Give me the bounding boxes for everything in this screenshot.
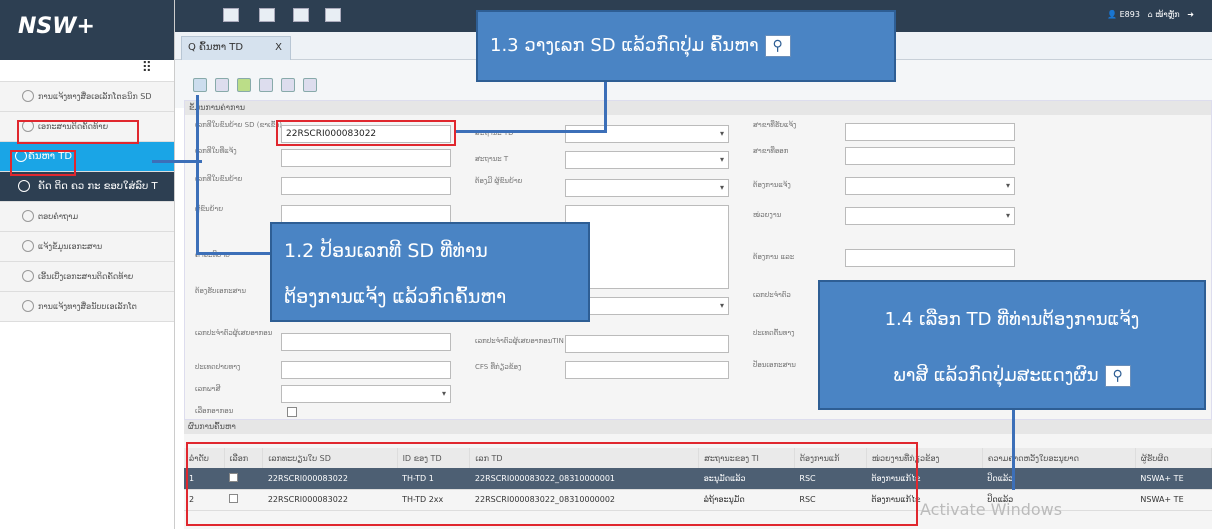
customs-select[interactable] xyxy=(281,385,451,403)
windows-watermark: Activate Windows xyxy=(920,500,1063,519)
form-section-header: ຂໍ້ມູນການຄ່າການ xyxy=(185,101,1211,115)
mid-tin-input[interactable] xyxy=(565,335,729,353)
search-icon xyxy=(22,90,34,102)
preview-icon[interactable] xyxy=(281,78,295,92)
need-input[interactable] xyxy=(845,249,1015,267)
field-label: ເລກທີໃບຂົນຍ້າຍ SD (ຂາເຂົ້າ) xyxy=(195,121,282,129)
arrow-line xyxy=(604,80,607,133)
highlight-box xyxy=(186,442,918,526)
callout-step-1-4: 1.4 ເລືອກ TD ທີ່ທ່ານຕ້ອງການແຈ້ງ ພາສີ ແລ້ວ… xyxy=(818,280,1206,410)
transporter-input[interactable] xyxy=(281,205,451,223)
sidebar-item-view-attachments[interactable]: ເອີ້ນເບີ່ງເອກະສານຕິດຄັດທ້າຍ xyxy=(0,262,174,292)
cfs-input[interactable] xyxy=(565,361,729,379)
declare-select[interactable] xyxy=(845,177,1015,195)
highlight-box xyxy=(10,150,76,176)
field-label: ເລກທີໃບຂົນຍ້າຍ xyxy=(195,175,243,183)
field-label: ຜູ້ຂົນຍ້າຍ xyxy=(195,205,224,213)
field-label: ຕ້ອງການ ແລະ xyxy=(753,253,795,261)
field-label: CFS ທີ່ກ່ຽວຂ້ອງ xyxy=(475,363,522,371)
tin-input[interactable] xyxy=(281,333,451,351)
transport-number-input[interactable] xyxy=(281,177,451,195)
arrow-line xyxy=(152,160,202,163)
window-restore-button[interactable] xyxy=(325,8,341,22)
sidebar-item-doc-info[interactable]: ແຈ້ງຂໍ້ມູນເອກະສານ xyxy=(0,232,174,262)
search-icon xyxy=(22,210,34,222)
binoculars-icon: ⚲ xyxy=(764,35,791,57)
field-label: ປະເທດປາຍທາງ xyxy=(195,363,241,371)
arrow-line xyxy=(456,130,606,133)
search-icon xyxy=(22,240,34,252)
field-label: ສະຖານະ T xyxy=(475,155,509,163)
field-label: ເລກທີໃບທີ່ແຈ້ງ xyxy=(195,147,237,155)
unit-select[interactable] xyxy=(845,207,1015,225)
user-info[interactable]: 👤 E893 ⌂ ໜ້າຫຼັກ ➜ xyxy=(1107,10,1194,19)
sidebar-item-sd-declaration[interactable]: ການແຈ້ງທາງສື່ອເອເລັກໂຕຣນິກ SD xyxy=(0,82,174,112)
sidebar-grip-icon[interactable]: ⠿ xyxy=(0,60,174,82)
print-icon[interactable] xyxy=(259,78,273,92)
magnifier-icon[interactable] xyxy=(215,78,229,92)
field-label: ເລກປະຈໍາຕົວຜູ້ເສຍອາກອນ xyxy=(195,329,273,337)
arrow-line xyxy=(1012,410,1015,490)
close-icon[interactable]: X xyxy=(275,37,282,59)
tab-search-td[interactable]: Q ຄົ້ນຫາ TD X xyxy=(181,36,291,60)
gear-icon[interactable] xyxy=(237,78,251,92)
callout-step-1-2: 1.2 ປ້ອນເລກທີ SD ທີ່ທ່ານ ຕ້ອງການແຈ້ງ ແລ້ວ… xyxy=(270,222,590,322)
results-section-header: ຜົນການຄົ້ນຫາ xyxy=(184,420,1212,434)
sidebar-item-edit-t[interactable]: ຄັດ ຕິດ ຄວ ກະ ຂອບໃສ່ລົບ T xyxy=(0,172,174,202)
transporter-select[interactable] xyxy=(565,179,729,197)
t-status-select[interactable] xyxy=(565,151,729,169)
field-label: ເລືອກອາກອນ xyxy=(195,407,234,415)
column-header[interactable]: ຜູ້ຮັບຜິດ xyxy=(1135,448,1212,468)
search-icon xyxy=(22,270,34,282)
arrow-line xyxy=(196,252,276,255)
field-label: ໜ່ວຍງານ xyxy=(753,211,782,219)
search-icon xyxy=(22,300,34,312)
declaration-number-input[interactable] xyxy=(281,149,451,167)
sidebar: NSW+ ⠿ ການແຈ້ງທາງສື່ອເອເລັກໂຕຣນິກ SD ເອກ… xyxy=(0,0,175,529)
td-status-select[interactable] xyxy=(565,125,729,143)
window-maximize-button[interactable] xyxy=(293,8,309,22)
branch-receive-input[interactable] xyxy=(845,123,1015,141)
field-label: ສາຂາທີ່ຮັບແຈ້ງ xyxy=(753,121,797,129)
branch-out-input[interactable] xyxy=(845,147,1015,165)
field-label: ຕ້ອງການແຈ້ງ xyxy=(753,181,791,189)
preview-icon: ⚲ xyxy=(1104,365,1131,387)
callout-step-1-3: 1.3 ວາງເລກ SD ແລ້ວກົດປຸ່ມ ຄົ້ນຫາ ⚲ xyxy=(476,10,896,82)
tax-checkbox[interactable] xyxy=(287,407,297,417)
sidebar-item-e-declaration[interactable]: ການແຈ້ງທາງສື່ອນັບບເອເລັກໂຕ xyxy=(0,292,174,322)
highlight-box xyxy=(276,120,456,146)
column-header[interactable]: ຄວາມຄາດຫວັງໃບອະນຸຍາດ xyxy=(982,448,1136,468)
field-label: ຕ້ອງມີ ຜູ້ຂົນຍ້າຍ xyxy=(475,177,523,185)
export-icon[interactable] xyxy=(303,78,317,92)
field-label: ເລກພາສີ xyxy=(195,385,221,393)
sidebar-item-answer[interactable]: ຕອບຄໍາຖາມ xyxy=(0,202,174,232)
arrow-line xyxy=(196,95,199,255)
window-tile-button[interactable] xyxy=(259,8,275,22)
field-label: ສາຂາທີ່ອອກ xyxy=(753,147,789,155)
window-minimize-button[interactable] xyxy=(223,8,239,22)
highlight-box xyxy=(17,120,139,144)
binoculars-search-icon[interactable] xyxy=(193,78,207,92)
destination-country-input[interactable] xyxy=(281,361,451,379)
field-label: ເລກປະຈໍາຕົວຜູ້ເສຍອາກອນTIN xyxy=(475,337,564,345)
search-icon xyxy=(18,180,30,192)
app-logo: NSW+ xyxy=(0,0,174,60)
